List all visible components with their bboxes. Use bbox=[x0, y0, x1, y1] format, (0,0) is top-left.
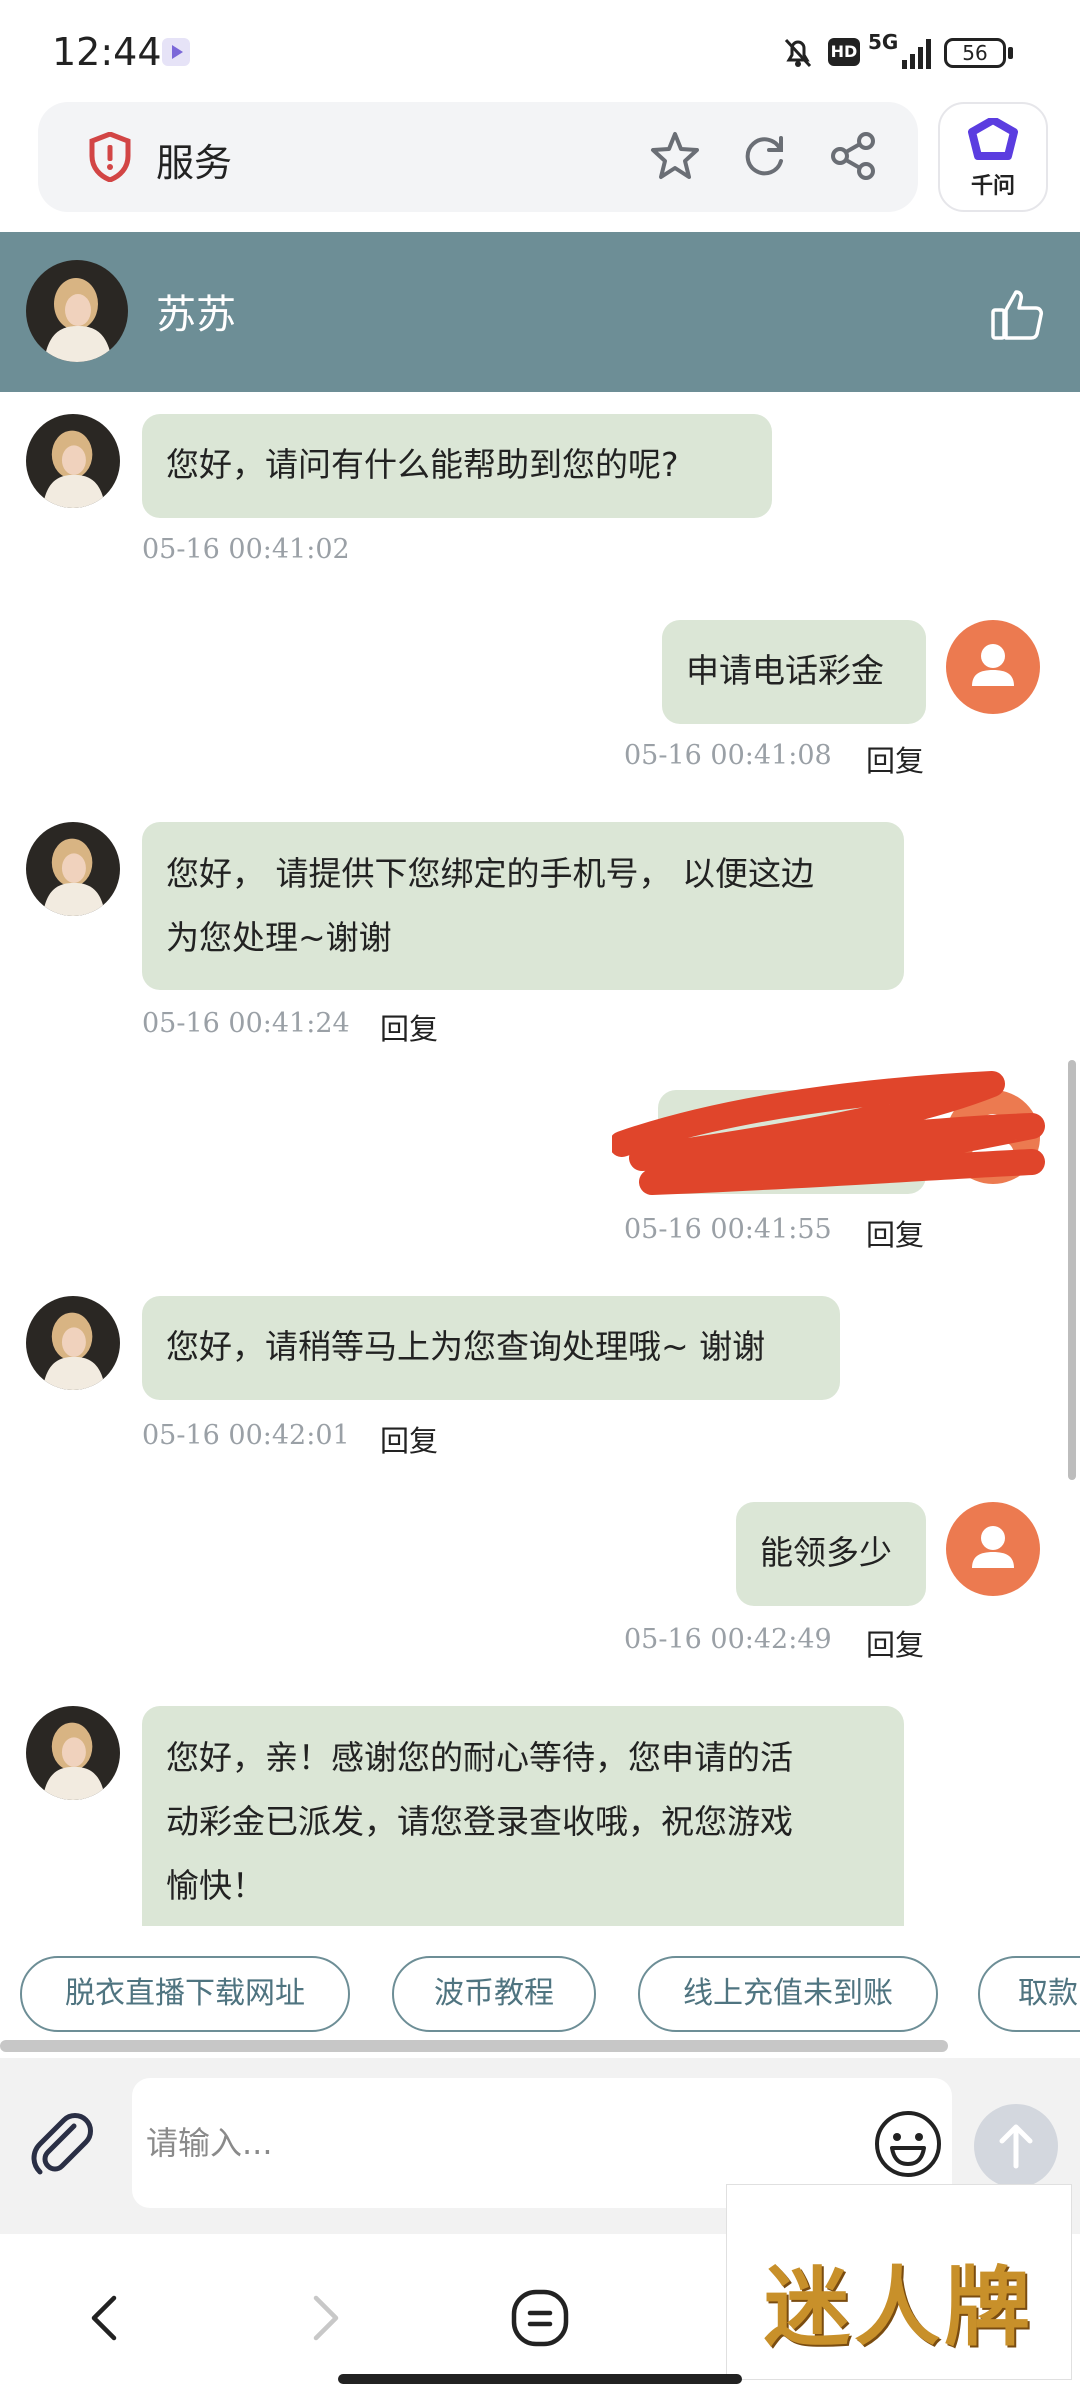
reply-link[interactable]: 回复 bbox=[380, 1006, 438, 1048]
agent-avatar bbox=[26, 414, 120, 508]
thumbs-up-icon[interactable] bbox=[988, 286, 1046, 344]
agent-avatar bbox=[26, 1706, 120, 1800]
send-button[interactable] bbox=[974, 2104, 1058, 2188]
agent-message-bubble: 您好，亲！感谢您的耐心等待，您申请的活 动彩金已派发，请您登录查收哦，祝您游戏 … bbox=[142, 1706, 904, 1946]
message-line: 动彩金已派发，请您登录查收哦，祝您游戏 bbox=[166, 1802, 793, 1841]
quick-reply-chip[interactable]: 波币教程 bbox=[392, 1956, 596, 2032]
user-avatar bbox=[946, 1502, 1040, 1596]
agent-message-bubble: 您好，请问有什么能帮助到您的呢? bbox=[142, 414, 772, 518]
user-message-bubble: 能领多少 bbox=[736, 1502, 926, 1606]
quick-replies-scrollbar[interactable] bbox=[0, 2040, 948, 2052]
qianwen-logo-icon bbox=[968, 116, 1018, 164]
clock: 12:44 bbox=[52, 30, 162, 74]
watermark-text: 迷人牌 bbox=[764, 2258, 1034, 2358]
redaction-scribble bbox=[609, 1066, 1052, 1216]
back-icon[interactable] bbox=[74, 2286, 138, 2350]
message-timestamp: 05-16 00:42:01 bbox=[142, 1420, 350, 1451]
hd-badge: HD bbox=[828, 38, 860, 66]
message-line: 您好，亲！感谢您的耐心等待，您申请的活 bbox=[166, 1738, 793, 1777]
qianwen-button[interactable]: 千问 bbox=[938, 102, 1048, 212]
media-play-icon bbox=[162, 38, 190, 66]
chat-header: 苏苏 bbox=[0, 232, 1080, 392]
page-title: 服务 bbox=[156, 141, 233, 185]
shield-icon[interactable] bbox=[88, 131, 132, 183]
star-icon[interactable] bbox=[648, 129, 702, 183]
input-placeholder: 请输入... bbox=[146, 2124, 273, 2162]
message-timestamp: 05-16 00:41:02 bbox=[142, 534, 350, 565]
message-line: 愉快！ bbox=[166, 1866, 265, 1905]
watermark-logo: 迷人牌 bbox=[726, 2184, 1072, 2380]
user-avatar bbox=[946, 620, 1040, 714]
reply-link[interactable]: 回复 bbox=[866, 1622, 924, 1664]
message-timestamp: 05-16 00:41:08 bbox=[624, 740, 832, 771]
battery-tip bbox=[1008, 47, 1013, 59]
message-timestamp: 05-16 00:41:24 bbox=[142, 1008, 350, 1039]
battery-indicator: 56 bbox=[944, 38, 1006, 68]
home-indicator[interactable] bbox=[338, 2374, 742, 2384]
attachment-icon[interactable] bbox=[30, 2110, 100, 2180]
agent-avatar bbox=[26, 822, 120, 916]
bell-muted-icon bbox=[780, 34, 816, 70]
message-timestamp: 05-16 00:41:55 bbox=[624, 1214, 832, 1245]
network-label: 5G bbox=[868, 30, 899, 54]
user-message-bubble: 申请电话彩金 bbox=[662, 620, 926, 724]
agent-message-bubble: 您好， 请提供下您绑定的手机号， 以便这边 为您处理~谢谢 bbox=[142, 822, 904, 990]
quick-reply-chip[interactable]: 取款 bbox=[978, 1956, 1080, 2032]
agent-name: 苏苏 bbox=[156, 292, 236, 338]
quick-reply-chip[interactable]: 脱衣直播下载网址 bbox=[20, 1956, 350, 2032]
agent-avatar bbox=[26, 1296, 120, 1390]
message-line: 您好， 请提供下您绑定的手机号， 以便这边 bbox=[166, 854, 814, 893]
share-icon[interactable] bbox=[826, 129, 880, 183]
reply-link[interactable]: 回复 bbox=[866, 1212, 924, 1254]
message-timestamp: 05-16 00:42:49 bbox=[624, 1624, 832, 1655]
reply-link[interactable]: 回复 bbox=[380, 1418, 438, 1460]
chat-scrollbar[interactable] bbox=[1068, 1060, 1076, 1480]
quick-reply-chip[interactable]: 线上充值未到账 bbox=[638, 1956, 938, 2032]
address-bar[interactable]: 服务 bbox=[38, 102, 918, 212]
forward-icon[interactable] bbox=[292, 2286, 356, 2350]
qianwen-label: 千问 bbox=[970, 174, 1015, 199]
agent-message-bubble: 您好，请稍等马上为您查询处理哦~ 谢谢 bbox=[142, 1296, 840, 1400]
reply-link[interactable]: 回复 bbox=[866, 738, 924, 780]
status-bar: 12:44 HD 5G 56 bbox=[0, 0, 1080, 100]
agent-avatar bbox=[26, 260, 128, 362]
menu-icon[interactable] bbox=[508, 2286, 572, 2350]
message-line: 为您处理~谢谢 bbox=[166, 918, 392, 957]
refresh-icon[interactable] bbox=[738, 129, 792, 183]
signal-icon bbox=[900, 36, 934, 70]
quick-replies-bar: 脱衣直播下载网址 波币教程 线上充值未到账 取款 bbox=[0, 1926, 1080, 2054]
emoji-icon[interactable] bbox=[872, 2108, 944, 2180]
